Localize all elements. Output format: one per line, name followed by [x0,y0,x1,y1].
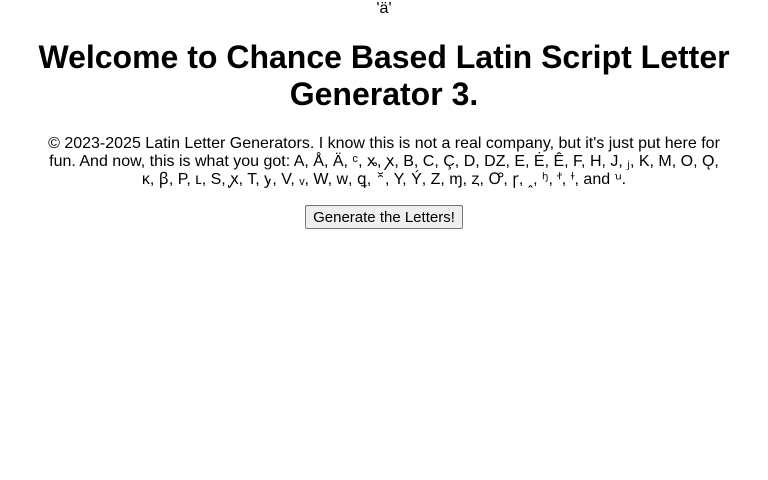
letter-list-paragraph: © 2023-2025 Latin Letter Generators. I k… [48,135,720,188]
page-title: Welcome to Chance Based Latin Script Let… [38,39,730,112]
result-letter: 'ä' [376,0,392,17]
generate-letters-button[interactable]: Generate the Letters! [305,205,463,229]
button-container: Generate the Letters! [0,205,768,229]
